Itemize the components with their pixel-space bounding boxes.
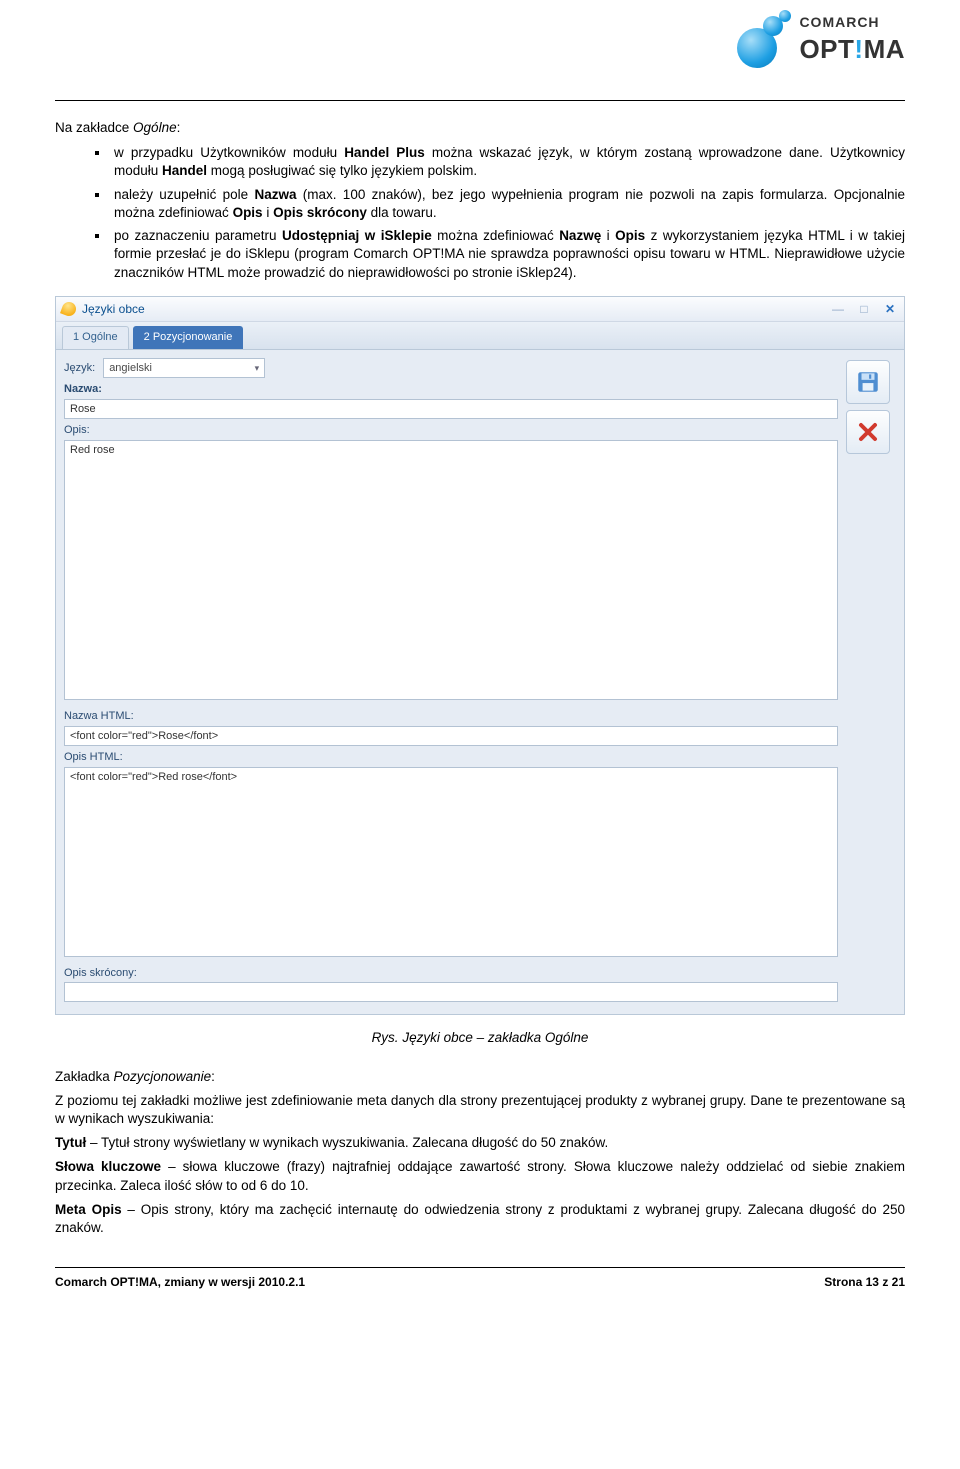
logo-product: OPT!MA <box>799 32 905 67</box>
brand-logo: COMARCH OPT!MA <box>727 10 905 70</box>
label-opis-html: Opis HTML: <box>64 750 838 765</box>
pozycjonowanie-intro: Z poziomu tej zakładki możliwe jest zdef… <box>55 1092 905 1128</box>
chevron-down-icon: ▾ <box>255 362 260 374</box>
logo-graphic <box>727 10 791 70</box>
logo-company: COMARCH <box>799 13 905 32</box>
label-opis: Opis: <box>64 423 838 438</box>
select-jezyk[interactable]: angielski ▾ <box>103 358 265 379</box>
footer-right: Strona 13 z 21 <box>824 1274 905 1290</box>
textarea-opis-html[interactable]: <font color="red">Red rose</font> <box>64 767 838 957</box>
label-jezyk: Język: <box>64 361 95 376</box>
bullet-1: w przypadku Użytkowników modułu Handel P… <box>110 143 905 180</box>
footer-left: Comarch OPT!MA, zmiany w wersji 2010.2.1 <box>55 1274 305 1290</box>
header-rule <box>55 100 905 101</box>
def-meta-opis: Meta Opis – Opis strony, który ma zachęc… <box>55 1201 905 1237</box>
window-icon <box>60 300 78 318</box>
tab-pozycjonowanie[interactable]: 2 Pozycjonowanie <box>133 326 244 349</box>
minimize-button[interactable]: — <box>830 302 846 316</box>
def-slowa: Słowa kluczowe – słowa kluczowe (frazy) … <box>55 1158 905 1194</box>
bullet-list: w przypadku Użytkowników modułu Handel P… <box>55 143 905 282</box>
save-button[interactable] <box>846 360 890 404</box>
bullet-3: po zaznaczeniu parametru Udostępniaj w i… <box>110 226 905 282</box>
window-title: Języki obce <box>82 301 145 317</box>
input-nazwa[interactable] <box>64 399 838 419</box>
input-opis-skrocony[interactable] <box>64 982 838 1002</box>
input-nazwa-html[interactable] <box>64 726 838 746</box>
section-pozycjonowanie-heading: Zakładka Pozycjonowanie: <box>55 1068 905 1086</box>
section-ogolne-heading: Na zakładce Ogólne: <box>55 119 905 137</box>
label-nazwa: Nazwa: <box>64 382 838 397</box>
close-button[interactable]: ✕ <box>882 302 898 316</box>
cancel-button[interactable] <box>846 410 890 454</box>
floppy-icon <box>855 369 881 395</box>
def-tytul: Tytuł – Tytuł strony wyświetlany w wynik… <box>55 1134 905 1152</box>
select-jezyk-value: angielski <box>109 361 152 376</box>
label-opis-skrocony: Opis skrócony: <box>64 966 838 981</box>
label-nazwa-html: Nazwa HTML: <box>64 709 838 724</box>
textarea-opis[interactable]: Red rose <box>64 440 838 700</box>
tab-bar: 1 Ogólne 2 Pozycjonowanie <box>56 322 904 350</box>
tab-ogolne[interactable]: 1 Ogólne <box>62 326 129 349</box>
bullet-2: należy uzupełnić pole Nazwa (max. 100 zn… <box>110 185 905 222</box>
app-window: Języki obce — □ ✕ 1 Ogólne 2 Pozycjonowa… <box>55 296 905 1016</box>
maximize-button[interactable]: □ <box>856 302 872 316</box>
titlebar: Języki obce — □ ✕ <box>56 297 904 322</box>
close-icon <box>856 420 880 444</box>
figure-caption: Rys. Języki obce – zakładka Ogólne <box>55 1029 905 1047</box>
